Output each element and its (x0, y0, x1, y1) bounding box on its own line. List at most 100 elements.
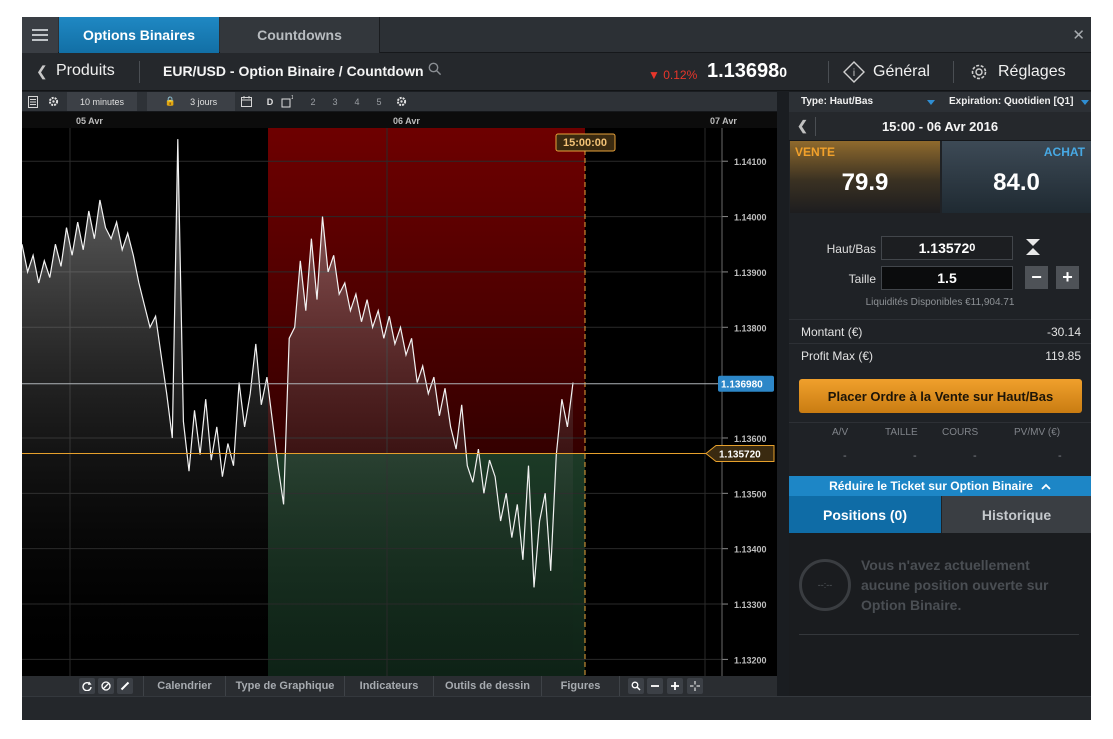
y-tick-label: 1.14100 (734, 157, 767, 167)
tab-type-graphique[interactable]: Type de Graphique (226, 676, 345, 696)
caret-down-icon (927, 100, 935, 105)
general-button[interactable]: i Général (843, 61, 930, 83)
price-change: ▼ 0.12% (648, 68, 698, 82)
positions-table-header: A/V TAILLE COURS PV/MV (€) (789, 422, 1091, 442)
clock-icon: --:-- (799, 559, 851, 611)
page-4[interactable]: 4 (350, 92, 364, 111)
y-tick-label: 1.13400 (734, 545, 767, 555)
tab-calendrier[interactable]: Calendrier (143, 676, 226, 696)
hautbas-field[interactable]: 1.13572 0 (881, 236, 1013, 260)
tab-outils-dessin[interactable]: Outils de dessin (434, 676, 542, 696)
page-2[interactable]: 2 (306, 92, 320, 111)
col-taille: TAILLE (885, 427, 918, 438)
sell-label: VENTE (795, 145, 836, 159)
current-price: 1.136980 (707, 60, 788, 82)
hautbas-row: Haut/Bas 1.13572 0 (789, 236, 1091, 264)
settings-label: Réglages (998, 63, 1066, 80)
decrease-button[interactable]: − (1025, 266, 1048, 289)
col-pvmv: PV/MV (€) (1014, 427, 1061, 438)
tab-figures[interactable]: Figures (542, 676, 620, 696)
hourglass-icon[interactable] (1025, 238, 1041, 259)
expiry-marker: 15:00:00 (555, 133, 616, 152)
tab-positions[interactable]: Positions (0) (789, 496, 941, 533)
close-icon[interactable]: ✕ (1072, 26, 1085, 44)
profit-label: Profit Max (€) (801, 349, 874, 363)
header-bar: ❮ Produits EUR/USD - Option Binaire / Co… (22, 53, 1091, 91)
col-av: A/V (832, 427, 849, 438)
cell-taille: - (913, 450, 917, 462)
y-axis: 1.14100 1.14000 1.13900 1.13800 1.13600 1.135… (721, 128, 767, 676)
sell-button[interactable]: VENTE 79.9 (790, 141, 940, 213)
reduce-label: Réduire le Ticket sur Option Binaire (829, 479, 1033, 493)
tab-countdowns[interactable]: Countdowns (220, 17, 380, 53)
hamburger-icon (32, 29, 48, 41)
crosshair-icon[interactable] (687, 678, 703, 694)
expiry-date: 15:00 - 06 Avr 2016 (881, 119, 999, 134)
general-label: Général (873, 63, 930, 80)
refresh-icon[interactable] (79, 678, 95, 694)
taille-row: Taille 1.5 − + (789, 266, 1091, 294)
menu-button[interactable] (22, 17, 58, 53)
taille-input[interactable]: 1.5 (881, 266, 1013, 290)
cell-pvmv: - (1058, 450, 1062, 462)
cancel-icon[interactable] (98, 678, 114, 694)
empty-positions: --:-- Vous n'avez actuellement aucune po… (789, 533, 1091, 696)
range-select[interactable]: 🔒 3 jours (147, 92, 235, 111)
svg-text:1.136980: 1.136980 (721, 380, 763, 391)
montant-row: Montant (€) -30.14 (789, 319, 1091, 343)
interval-select[interactable]: 10 minutes (67, 92, 137, 111)
zoom-out-icon[interactable] (647, 678, 663, 694)
type-select[interactable]: Type: Haut/Bas (801, 96, 873, 107)
y-tick-label: 1.13900 (734, 268, 767, 278)
montant-label: Montant (€) (801, 325, 863, 339)
page-one-icon[interactable]: 1 (280, 92, 294, 111)
gear-icon[interactable] (46, 92, 60, 111)
available-liquidity: Liquidités Disponibles €11,904.71 (865, 297, 1015, 308)
calendar-icon[interactable] (239, 92, 253, 111)
svg-text:i: i (853, 68, 855, 79)
expiry-date-bar: ❮ 15:00 - 06 Avr 2016 (789, 112, 1091, 141)
reduce-ticket-button[interactable]: Réduire le Ticket sur Option Binaire (789, 476, 1091, 496)
place-order-button[interactable]: Placer Ordre à la Vente sur Haut/Bas (799, 379, 1082, 413)
search-icon[interactable] (428, 62, 442, 81)
lock-icon: 🔒 (164, 96, 177, 106)
svg-text:1.135720: 1.135720 (719, 449, 761, 460)
chevron-up-icon (1041, 483, 1051, 490)
tab-historique[interactable]: Historique (942, 496, 1091, 533)
gear-icon[interactable] (394, 92, 408, 111)
produits-link[interactable]: Produits (56, 62, 115, 80)
tab-indicateurs[interactable]: Indicateurs (345, 676, 434, 696)
buy-button[interactable]: ACHAT 84.0 (942, 141, 1091, 213)
list-icon[interactable] (26, 92, 40, 111)
x-label-05avr: 05 Avr (76, 116, 103, 126)
page-5[interactable]: 5 (372, 92, 386, 111)
info-diamond-icon: i (843, 61, 865, 83)
tab-options-binaires[interactable]: Options Binaires (59, 17, 219, 53)
increase-button[interactable]: + (1056, 266, 1079, 289)
d-toggle[interactable]: D (262, 92, 278, 111)
zoom-icon[interactable] (628, 678, 644, 694)
gear-icon (971, 64, 987, 80)
zoom-in-icon[interactable] (667, 678, 683, 694)
svg-text:1: 1 (291, 95, 293, 101)
settings-button[interactable]: Réglages (968, 61, 1066, 83)
price-chart[interactable]: 05 Avr 06 Avr 07 Avr 15:00:00 1.141001.1… (22, 112, 777, 676)
chevron-left-icon[interactable]: ❮ (36, 63, 48, 80)
x-label-06avr: 06 Avr (393, 116, 420, 126)
page-3[interactable]: 3 (328, 92, 342, 111)
positions-tabs: Positions (0) Historique (789, 496, 1091, 533)
app-window: Options Binaires Countdowns ✕ ❮ Produits… (22, 17, 1091, 720)
profit-row: Profit Max (€) 119.85 (789, 343, 1091, 367)
pencil-icon[interactable] (117, 678, 133, 694)
divider (139, 61, 140, 83)
y-tick-label: 1.13200 (734, 655, 767, 665)
type-expiration-bar: Type: Haut/Bas Expiration: Quotidien [Q1… (789, 92, 1091, 112)
cell-av: - (843, 450, 847, 462)
y-tick-label: 1.13600 (734, 434, 767, 444)
y-tick-label: 1.13300 (734, 600, 767, 610)
expiration-select[interactable]: Expiration: Quotidien [Q1] (949, 96, 1073, 107)
cell-cours: - (973, 450, 977, 462)
chart-toolbar: 10 minutes 🔒 3 jours D 1 2 3 4 5 (22, 92, 777, 112)
col-cours: COURS (942, 427, 979, 438)
y-tick-label: 1.13800 (734, 323, 767, 333)
